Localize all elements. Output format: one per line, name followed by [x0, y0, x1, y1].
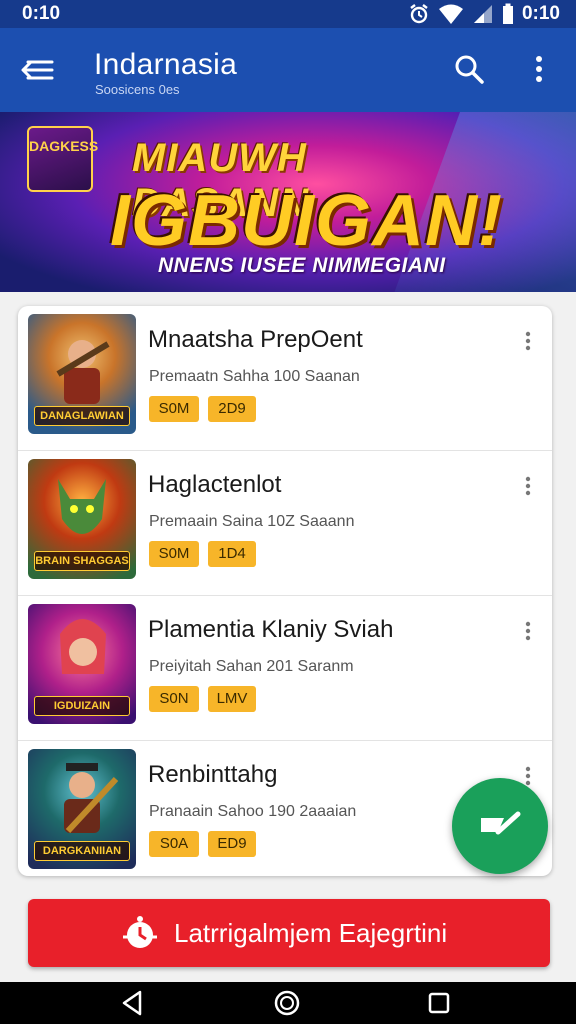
item-title: Plamentia Klaniy Sviah: [148, 616, 394, 643]
item-title: Haglactenlot: [148, 471, 282, 498]
wifi-icon: [438, 4, 463, 24]
app-title: Indarnasia: [94, 48, 238, 81]
thumbnail-title: BRAIN SHAGGAS: [34, 551, 130, 571]
item-title: Mnaatsha PrepOent: [148, 326, 363, 353]
game-thumbnail: IGDUIZAIN: [28, 604, 136, 724]
list-item[interactable]: IGDUIZAIN Plamentia Klaniy Sviah Preiyit…: [18, 596, 552, 741]
thumbnail-title: DANAGLAWIAN: [34, 406, 130, 426]
more-vert-icon[interactable]: [520, 475, 536, 497]
back-icon[interactable]: [118, 988, 148, 1018]
item-badge: 1D4: [208, 541, 256, 567]
item-meta: Preiyitah Sahan 201 Saranm: [149, 658, 354, 675]
status-icons: 0:10: [408, 3, 560, 25]
status-bar: 0:10 0:10: [0, 0, 576, 28]
banner-tagline: NNENS IUSEE NIMMEGIANI: [158, 254, 446, 277]
more-vert-icon[interactable]: [520, 620, 536, 642]
game-thumbnail: DARGKANIIAN: [28, 749, 136, 869]
item-title: Renbinttahg: [148, 761, 278, 788]
item-meta: Pranaain Sahoo 190 2aaaian: [149, 803, 357, 820]
recents-icon[interactable]: [424, 988, 454, 1018]
more-vert-icon[interactable]: [522, 52, 556, 86]
thumbnail-title: IGDUIZAIN: [34, 696, 130, 716]
app-bar: Indarnasia Soosicens 0es: [0, 28, 576, 112]
search-icon[interactable]: [452, 52, 486, 86]
game-thumbnail: DANAGLAWIAN: [28, 314, 136, 434]
banner-headline-main: IGBUIGAN!: [110, 181, 503, 261]
game-thumbnail: BRAIN SHAGGAS: [28, 459, 136, 579]
banner-logo: DAGKESS: [27, 126, 98, 192]
list-item[interactable]: BRAIN SHAGGAS Haglactenlot Premaain Sain…: [18, 451, 552, 596]
item-badge: ED9: [208, 831, 256, 857]
home-icon[interactable]: [272, 988, 302, 1018]
edit-icon: [481, 811, 521, 835]
thumbnail-title: DARGKANIIAN: [34, 841, 130, 861]
cta-button[interactable]: Latrrigalmjem Eajegrtini: [28, 899, 550, 967]
status-clock-right: 0:10: [521, 3, 560, 24]
signal-icon: [473, 5, 492, 23]
app-subtitle: Soosicens 0es: [95, 82, 180, 97]
system-nav-bar: [0, 982, 576, 1024]
item-badge: S0A: [149, 831, 199, 857]
item-badge: LMV: [208, 686, 256, 712]
cta-label: Latrrigalmjem Eajegrtini: [174, 918, 448, 948]
promo-banner[interactable]: DAGKESS MIAUWH DASANN IGBUIGAN! NNENS IU…: [0, 112, 576, 292]
list-item[interactable]: DANAGLAWIAN Mnaatsha PrepOent Premaatn S…: [18, 306, 552, 451]
floating-action-button[interactable]: [452, 778, 548, 874]
item-badge: S0M: [149, 396, 199, 422]
status-time: 0:10: [22, 3, 61, 24]
battery-icon: [502, 3, 513, 24]
clock-icon: [123, 916, 157, 948]
more-vert-icon[interactable]: [520, 330, 536, 352]
item-meta: Premaain Saina 10Z Saaann: [149, 513, 355, 530]
hamburger-back-icon[interactable]: [18, 52, 58, 88]
alarm-icon: [410, 4, 428, 24]
item-badge: S0M: [149, 541, 199, 567]
item-badge: 2D9: [208, 396, 256, 422]
item-meta: Premaatn Sahha 100 Saanan: [149, 368, 360, 385]
item-badge: S0N: [149, 686, 199, 712]
